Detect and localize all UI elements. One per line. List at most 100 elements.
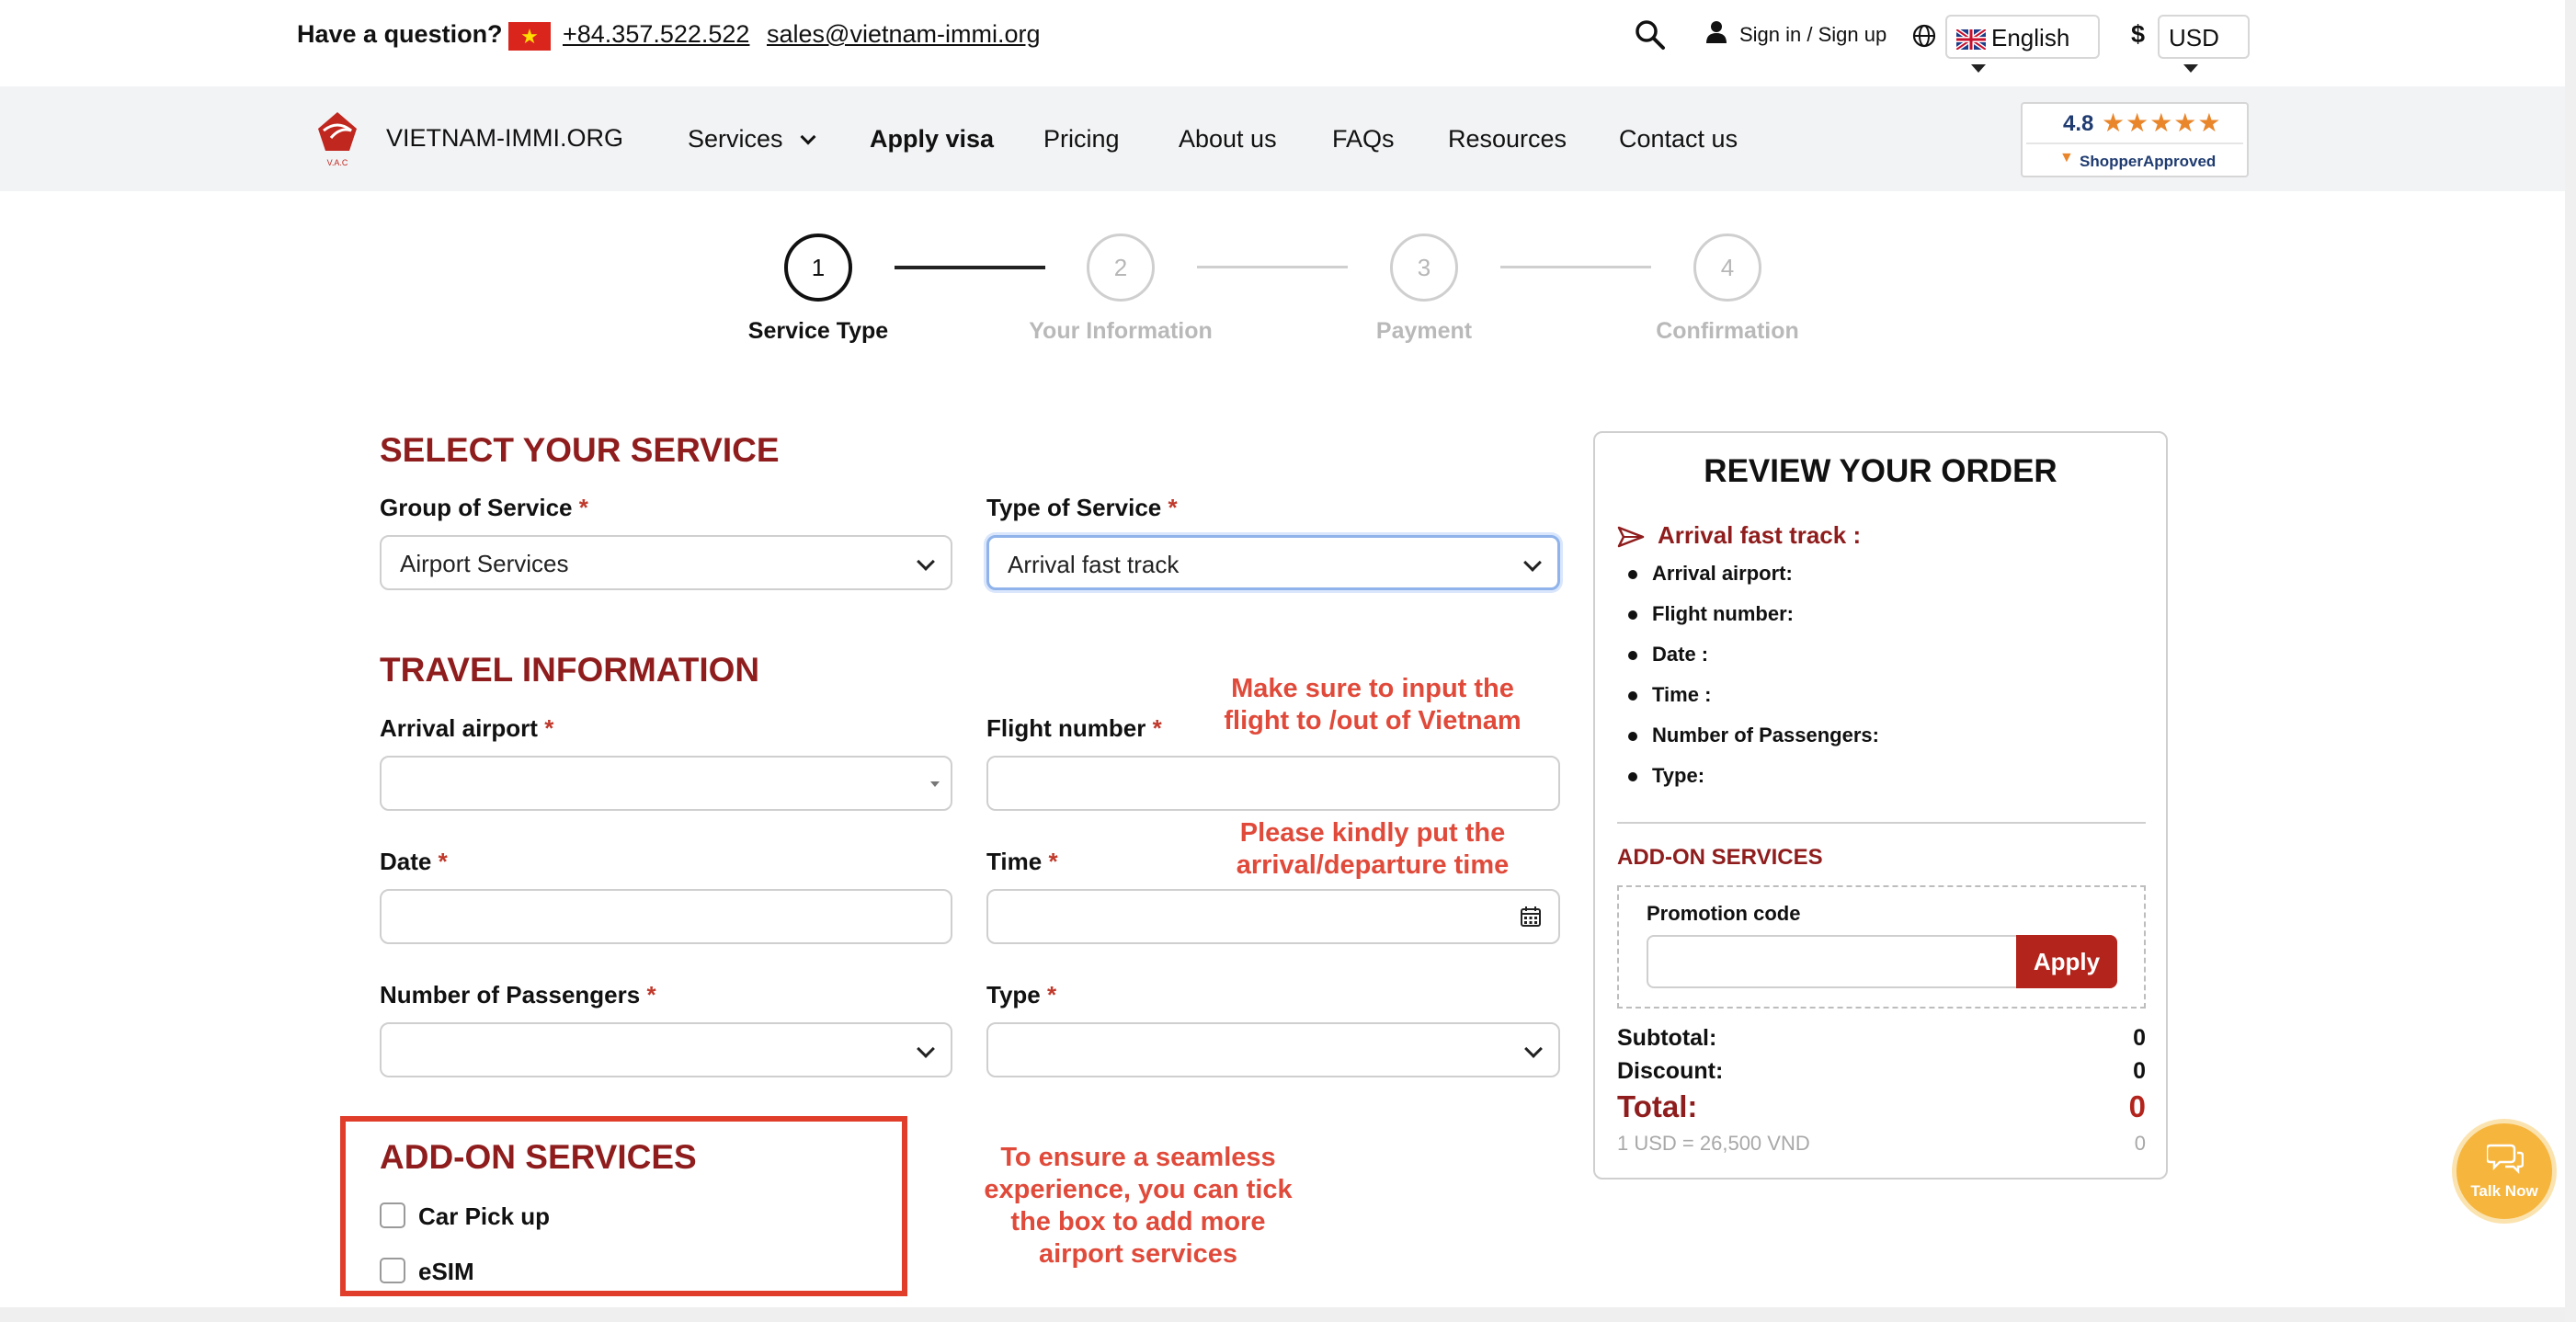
exchange-value: 0 [2134,1132,2146,1155]
email-link[interactable]: sales@vietnam-immi.org [767,20,1040,49]
step-connector [1500,266,1651,268]
promo-label: Promotion code [1647,902,1801,925]
chevron-down-icon [1523,553,1542,572]
step-2-circle: 2 [1087,234,1155,302]
language-value: English [1991,24,2070,51]
brand-name[interactable]: VIETNAM-IMMI.ORG [386,124,623,153]
addon-note: To ensure a seamless experience, you can … [984,1143,1293,1269]
nav-faqs[interactable]: FAQs [1332,125,1395,154]
globe-icon [1912,24,1936,48]
divider [1617,822,2146,824]
nav-about-us[interactable]: About us [1179,125,1277,154]
apply-button[interactable]: Apply [2016,935,2117,988]
flight-number-label: Flight number * [986,714,1162,742]
exchange-rate: 1 USD = 26,500 VND [1617,1132,1810,1155]
step-2-label: Your Information [1029,318,1213,344]
review-airport: Arrival airport: [1624,562,1879,602]
review-title: REVIEW YOUR ORDER [1704,453,2057,489]
step-1-label: Service Type [747,318,889,344]
uk-flag-icon [1955,28,1988,52]
date-label: Date * [380,848,448,875]
passengers-select[interactable] [380,1022,952,1077]
step-1-circle: 1 [784,234,852,302]
time-note: Please kindly put the arrival/departure t… [1236,818,1510,880]
scrollbar[interactable] [2565,0,2576,1322]
review-flight: Flight number: [1624,602,1879,643]
user-icon[interactable] [1705,20,1727,44]
group-of-service-value: Airport Services [400,550,569,577]
send-icon [1617,526,1645,548]
rating-stars-icon: ★★★★★ [2102,108,2222,137]
travel-info-title: TRAVEL INFORMATION [380,651,760,689]
talk-now-button[interactable]: Talk Now [2452,1119,2557,1224]
review-addon-title: ADD-ON SERVICES [1617,845,1823,870]
talk-now-label: Talk Now [2470,1182,2538,1200]
caret-down-icon [930,781,940,787]
review-date: Date : [1624,643,1879,683]
chevron-down-icon [917,553,935,571]
subtotal-value: 0 [2133,1025,2146,1051]
phone-link[interactable]: +84.357.522.522 [563,20,749,49]
time-input[interactable] [986,889,1560,944]
group-of-service-label: Group of Service * [380,494,588,521]
nav-contact-us[interactable]: Contact us [1619,125,1738,154]
addon-services-title: ADD-ON SERVICES [380,1138,697,1176]
review-field-list: Arrival airport: Flight number: Date : T… [1624,562,1879,804]
esim-label[interactable]: eSIM [418,1258,474,1286]
shopper-approved-icon: ▼ [2059,150,2074,165]
passengers-label: Number of Passengers * [380,981,656,1009]
group-of-service-select[interactable]: Airport Services [380,535,952,590]
arrival-airport-select[interactable] [380,756,952,811]
language-select[interactable]: English [1945,15,2100,73]
subtotal-label: Subtotal: [1617,1025,1717,1051]
currency-value: USD [2169,24,2219,51]
shopper-approved-badge[interactable]: 4.8 ★★★★★ ▼ ShopperApproved [2021,102,2249,177]
chevron-down-icon [800,129,816,145]
page-bottom-edge [0,1307,2565,1322]
promo-code-input[interactable] [1647,935,2018,988]
nav-pricing[interactable]: Pricing [1043,125,1120,154]
car-pickup-checkbox[interactable] [380,1202,405,1228]
search-icon[interactable] [1634,18,1667,51]
logo-icon[interactable]: V.A.C [314,110,360,169]
step-connector [895,266,1045,269]
flight-number-input[interactable] [986,756,1560,811]
type-label: Type * [986,981,1057,1009]
question-label: Have a question? [297,20,503,48]
nav-apply-visa[interactable]: Apply visa [870,125,994,154]
currency-select[interactable]: USD [2158,15,2250,73]
top-bar: Have a question? ★ +84.357.522.522 sales… [0,0,2576,86]
step-3-circle: 3 [1390,234,1458,302]
step-4-label: Confirmation [1656,318,1799,344]
svg-text:V.A.C: V.A.C [327,158,348,167]
signin-link[interactable]: Sign in / Sign up [1739,23,1886,47]
chevron-down-icon [1524,1040,1543,1058]
date-input[interactable] [380,889,952,944]
car-pickup-label[interactable]: Car Pick up [418,1202,550,1231]
type-of-service-select[interactable]: Arrival fast track [986,535,1560,590]
promo-section: Promotion code Apply [1617,885,2146,1009]
chat-icon [2487,1144,2524,1175]
arrival-airport-label: Arrival airport * [380,714,554,742]
nav-resources[interactable]: Resources [1448,125,1567,154]
step-4-circle: 4 [1693,234,1761,302]
review-time: Time : [1624,683,1879,724]
step-3-label: Payment [1375,318,1473,344]
calendar-icon[interactable] [1520,906,1542,928]
type-of-service-value: Arrival fast track [1008,551,1180,578]
nav-services-label: Services [688,125,783,153]
step-connector [1197,266,1348,268]
main-nav: V.A.C VIETNAM-IMMI.ORG Services Apply vi… [0,86,2576,191]
dollar-icon: $ [2131,20,2146,48]
chevron-down-icon [917,1040,935,1058]
discount-value: 0 [2133,1058,2146,1084]
discount-label: Discount: [1617,1058,1724,1084]
select-service-title: SELECT YOUR SERVICE [380,431,780,469]
vietnam-flag-icon: ★ [508,22,551,51]
rating-score: 4.8 [2063,111,2094,136]
flight-note: Make sure to input the flight to /out of … [1224,674,1522,735]
esim-checkbox[interactable] [380,1258,405,1283]
nav-services[interactable]: Services [688,125,816,154]
type-select[interactable] [986,1022,1560,1077]
total-value: 0 [2128,1089,2146,1123]
